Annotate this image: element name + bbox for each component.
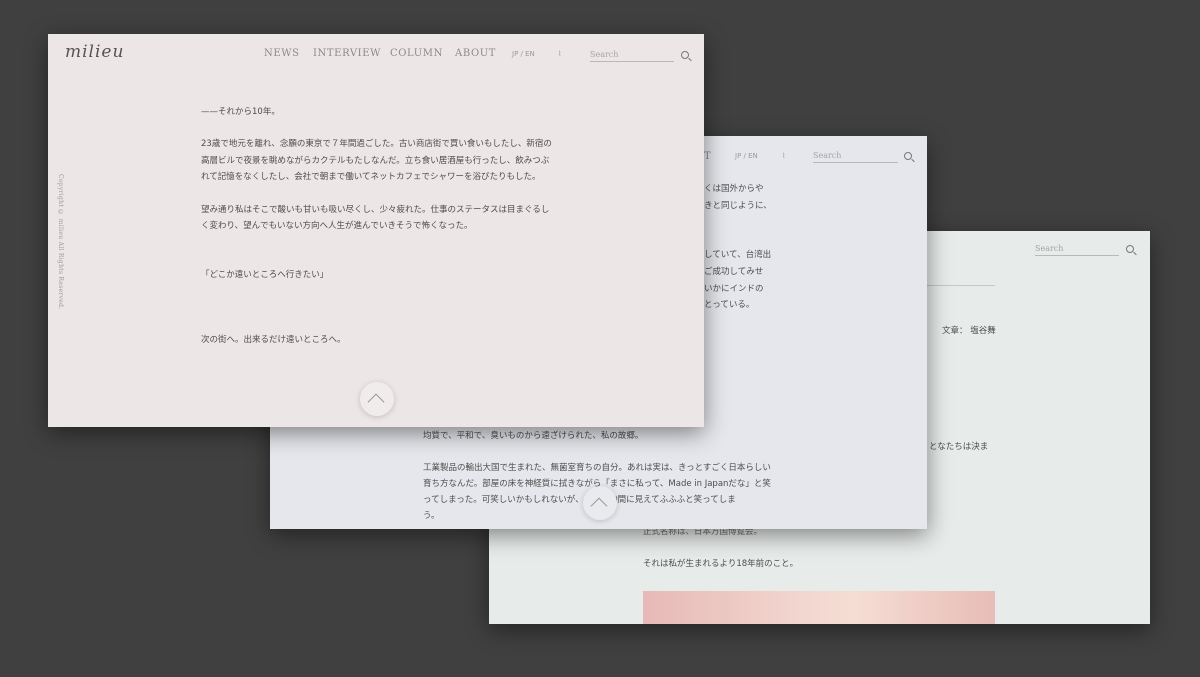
text-fragment: いかにインドの	[704, 284, 764, 294]
rss-icon[interactable]: ⌇	[558, 50, 561, 58]
nav-item-interview[interactable]: INTERVIEW	[313, 48, 381, 59]
paragraph-line: れて記憶をなくしたし、会社で朝まで働いてネットカフェでシャワーを浴びたりもした。	[201, 172, 541, 182]
search-icon[interactable]	[904, 152, 912, 160]
lang-toggle[interactable]: JP / EN	[735, 152, 758, 160]
text-fragment: くは国外からや	[704, 184, 764, 194]
article-photo	[643, 591, 995, 624]
quote-line: 「どこか遠いところへ行きたい」	[201, 270, 329, 280]
text-fragment: となたちは決ま	[929, 442, 989, 452]
text-fragment: ご成功してみせ	[704, 267, 764, 277]
text-fragment: とっている。	[704, 300, 755, 310]
text-fragment: していて、台湾出	[704, 250, 772, 260]
text-line: う。	[423, 511, 440, 521]
paragraph-line: 23歳で地元を離れ、念願の東京で７年間過ごした。古い商店街で買い食いもしたし、新…	[201, 139, 552, 149]
article-window-front: milieu NEWS INTERVIEW COLUMN ABOUT JP / …	[48, 34, 704, 427]
scroll-top-button[interactable]	[583, 486, 617, 520]
paragraph-line: く変わり、望んでもいない方向へ人生が進んでいきそうで怖くなった。	[201, 221, 473, 231]
paragraph-line: 高層ビルで夜景を眺めながらカクテルもたしなんだ。立ち食い居酒屋も行ったし、飲みつ…	[201, 156, 550, 166]
paragraph-line: 次の街へ。出来るだけ遠いところへ。	[201, 335, 346, 345]
search-input[interactable]	[813, 148, 898, 163]
divider	[921, 285, 995, 286]
search-input[interactable]	[1035, 241, 1119, 256]
rss-icon[interactable]: ⌇	[782, 152, 785, 160]
paragraph-line: 望み通り私はそこで酸いも甘いも吸い尽くし、少々疲れた。仕事のステータスは目まぐる…	[201, 205, 550, 215]
search-input[interactable]	[590, 47, 674, 62]
text-line: 工業製品の輸出大国で生まれた、無菌室育ちの自分。あれは実は、きっとすごく日本らし…	[423, 463, 771, 473]
nav-item-news[interactable]: NEWS	[264, 48, 300, 59]
search-icon[interactable]	[1126, 245, 1134, 253]
chevron-up-icon	[590, 497, 608, 515]
chevron-up-icon	[367, 393, 385, 411]
scroll-top-button[interactable]	[360, 382, 394, 416]
text-line: 均質で、平和で、臭いものから遠ざけられた、私の故郷。	[423, 431, 644, 441]
nav-item-about-partial[interactable]: T	[704, 151, 711, 162]
lang-toggle[interactable]: JP / EN	[512, 50, 535, 58]
nav-item-column[interactable]: COLUMN	[390, 48, 443, 59]
copyright-notice: Copyright © milieu All Rights Reserved.	[57, 174, 64, 310]
text-line: ってしまった。可笑しいかもしれないが、みると仲間に見えてふふふと笑ってしま	[423, 495, 736, 505]
nav-item-about[interactable]: ABOUT	[455, 48, 496, 59]
text-line: それは私が生まれるより18年前のこと。	[643, 559, 799, 569]
paragraph-line: ——それから10年。	[201, 107, 280, 117]
search-icon[interactable]	[681, 51, 689, 59]
text-fragment: きと同じように、	[704, 201, 772, 211]
author-credit: 文章： 塩谷舞	[942, 326, 996, 336]
